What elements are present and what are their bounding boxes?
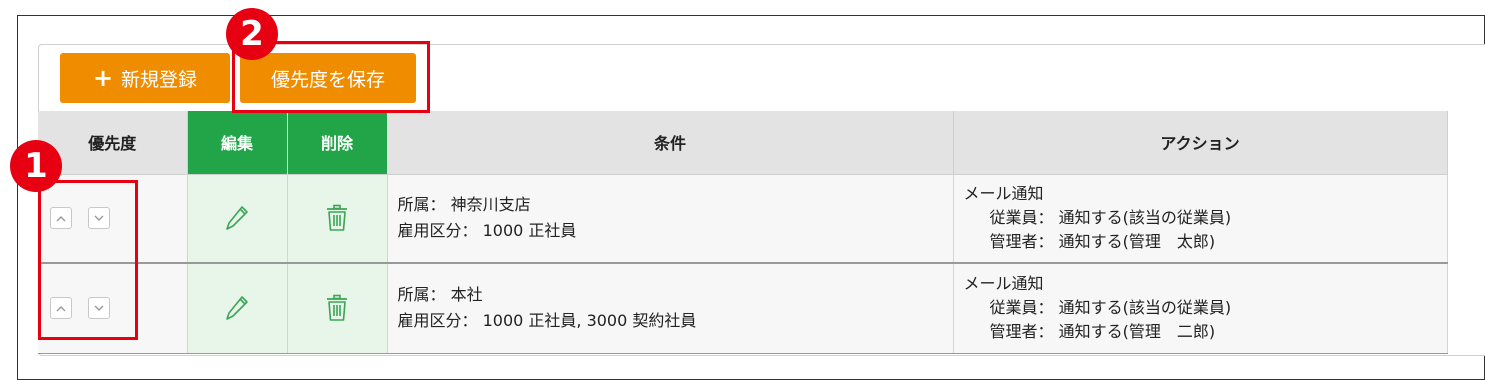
action-cell: メール通知 従業員： 通知する(該当の従業員) 管理者： 通知する(管理 二郎) xyxy=(953,263,1448,354)
delete-cell xyxy=(287,263,388,354)
action-employee: 従業員： 通知する(該当の従業員) xyxy=(989,208,1232,228)
action-title: メール通知 xyxy=(963,184,1044,204)
condition-affiliation: 所属： 本社 xyxy=(397,285,483,305)
new-registration-button[interactable]: + 新規登録 xyxy=(60,53,230,103)
callout-marker-1: 1 xyxy=(10,140,62,192)
callout-marker-2: 2 xyxy=(226,8,278,60)
pencil-icon xyxy=(226,206,248,231)
action-manager: 管理者： 通知する(管理 二郎) xyxy=(989,322,1216,342)
action-title: メール通知 xyxy=(963,274,1044,294)
condition-affiliation: 所属： 神奈川支店 xyxy=(397,195,531,215)
table-header-row: 優先度 編集 削除 条件 アクション xyxy=(38,111,1448,175)
action-employee: 従業員： 通知する(該当の従業員) xyxy=(989,298,1232,318)
condition-cell: 所属： 神奈川支店 雇用区分： 1000 正社員 xyxy=(387,174,954,264)
edit-cell xyxy=(187,263,288,354)
column-header-condition: 条件 xyxy=(387,111,954,175)
new-registration-label: 新規登録 xyxy=(121,68,198,91)
edit-cell xyxy=(187,174,288,264)
edit-button[interactable] xyxy=(217,198,257,238)
plus-icon: + xyxy=(92,64,114,92)
condition-cell: 所属： 本社 雇用区分： 1000 正社員, 3000 契約社員 xyxy=(387,263,954,354)
delete-button[interactable] xyxy=(317,198,357,238)
pencil-icon xyxy=(226,296,248,321)
column-header-delete: 削除 xyxy=(287,111,388,175)
edit-button[interactable] xyxy=(217,288,257,328)
condition-employment-type: 雇用区分： 1000 正社員 xyxy=(397,221,577,241)
priority-arrows-highlight xyxy=(38,180,138,340)
delete-button[interactable] xyxy=(317,288,357,328)
trash-icon xyxy=(327,204,347,232)
rules-table: 優先度 編集 削除 条件 アクション 所属： 神奈川支店 雇用区分： 1000 … xyxy=(38,111,1448,354)
table-row: 所属： 本社 雇用区分： 1000 正社員, 3000 契約社員 メール通知 従… xyxy=(38,263,1448,354)
table-row: 所属： 神奈川支店 雇用区分： 1000 正社員 メール通知 従業員： 通知する… xyxy=(38,174,1448,264)
action-cell: メール通知 従業員： 通知する(該当の従業員) 管理者： 通知する(管理 太郎) xyxy=(953,174,1448,264)
trash-icon xyxy=(327,294,347,322)
column-header-action: アクション xyxy=(953,111,1448,175)
action-manager: 管理者： 通知する(管理 太郎) xyxy=(989,232,1216,252)
delete-cell xyxy=(287,174,388,264)
column-header-edit: 編集 xyxy=(187,111,288,175)
condition-employment-type: 雇用区分： 1000 正社員, 3000 契約社員 xyxy=(397,311,697,331)
